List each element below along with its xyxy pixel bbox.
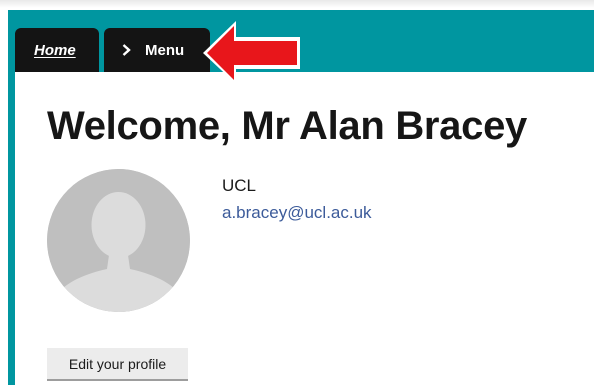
page-left-border [8, 10, 15, 385]
page-title: Welcome, Mr Alan Bracey [47, 104, 527, 148]
home-link[interactable]: Home [34, 42, 76, 59]
chevron-right-icon [122, 44, 131, 56]
user-silhouette-icon [47, 169, 190, 312]
window-shadow [0, 0, 594, 8]
organisation-label: UCL [222, 176, 257, 195]
screenshot-frame: Home Menu Welcome, Mr Alan Bracey UCL a.… [0, 0, 594, 385]
tab-home[interactable]: Home [15, 28, 99, 72]
avatar [47, 169, 190, 312]
tab-menu[interactable]: Menu [104, 28, 210, 72]
email-link[interactable]: a.bracey@ucl.ac.uk [222, 203, 372, 223]
edit-profile-button[interactable]: Edit your profile [47, 348, 188, 381]
red-arrow-icon [203, 21, 300, 84]
menu-label: Menu [145, 41, 185, 59]
